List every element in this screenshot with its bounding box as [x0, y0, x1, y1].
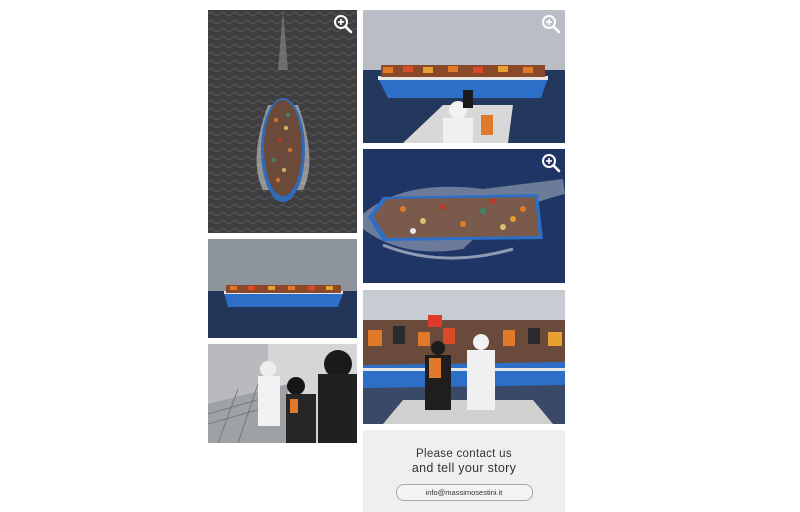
photo-gallery: Please contact us and tell your story in… — [0, 0, 800, 512]
photo-rescuer-helping[interactable] — [363, 290, 565, 424]
zoom-in-icon[interactable] — [541, 153, 561, 173]
zoom-in-icon[interactable] — [333, 14, 353, 34]
photo-image — [208, 10, 357, 233]
contact-panel: Please contact us and tell your story in… — [363, 430, 565, 512]
photo-image — [363, 149, 565, 283]
zoom-in-icon[interactable] — [541, 14, 561, 34]
contact-heading-line1: Please contact us — [416, 448, 512, 460]
photo-crowded-boat-rescuer[interactable] — [363, 10, 565, 143]
photo-image — [208, 239, 357, 338]
photo-image — [363, 290, 565, 424]
photo-image — [208, 344, 357, 443]
photo-aerial-boat[interactable] — [208, 10, 357, 233]
contact-email-link[interactable]: info@massimosestini.it — [395, 484, 533, 501]
contact-heading-line2: and tell your story — [411, 461, 517, 475]
photo-boat-horizon[interactable] — [208, 239, 357, 338]
photo-image — [363, 10, 565, 143]
photo-boat-aerial-wake[interactable] — [363, 149, 565, 283]
photo-ship-rail-rescue[interactable] — [208, 344, 357, 443]
